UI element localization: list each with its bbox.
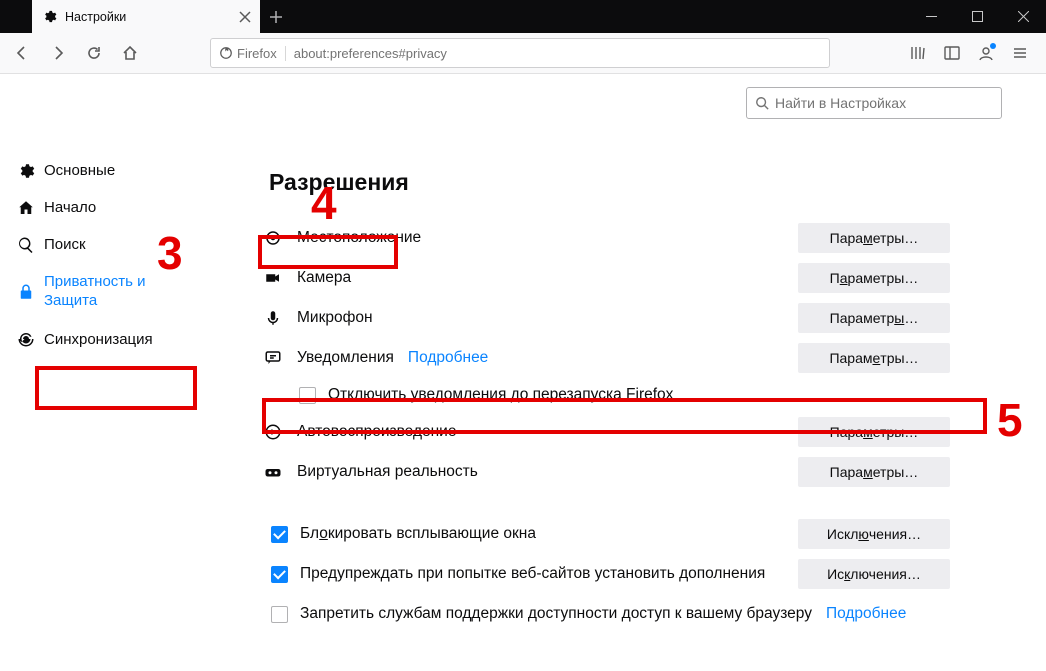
tab-title: Настройки [65,10,230,24]
perm-row-autoplay: Автовоспроизведение Параметры… [263,412,950,452]
location-icon [264,229,282,247]
row-a11y-block: Запретить службам поддержки доступности … [271,594,950,634]
section-title-permissions: Разрешения [263,167,415,200]
window-close-button[interactable] [1000,0,1046,33]
window-titlebar: Настройки [0,0,1046,33]
gear-icon [42,9,57,24]
exceptions-button-addons[interactable]: Исключения… [798,559,950,589]
perm-row-location: Местоположение Параметры… [263,218,950,258]
nav-toolbar: Firefox about:preferences#privacy [0,33,1046,74]
forward-button[interactable] [42,37,74,69]
sync-icon [17,330,35,348]
categories-sidebar: Основные Начало Поиск Приватность и Защи… [0,74,203,671]
checkbox-label: Блокировать всплывающие окна [300,525,536,543]
perm-label: Уведомления [297,349,394,367]
sidebar-item-search[interactable]: Поиск [0,226,203,263]
sidebar-label: Поиск [44,236,86,253]
checkbox-label: Отключить уведомления до перезапуска Fir… [328,386,673,404]
window-minimize-button[interactable] [908,0,954,33]
sidebar-label: Синхронизация [44,331,153,348]
perm-settings-button-camera[interactable]: Параметры… [798,263,950,293]
back-button[interactable] [6,37,38,69]
window-maximize-button[interactable] [954,0,1000,33]
checkbox-checked[interactable] [271,526,288,543]
close-icon[interactable] [238,10,252,24]
search-icon [17,236,35,254]
sidebar-item-sync[interactable]: Синхронизация [0,321,203,358]
pause-notifications-checkbox-row[interactable]: Отключить уведомления до перезапуска Fir… [299,378,950,412]
vr-icon [264,463,282,481]
account-button[interactable] [970,37,1002,69]
home-button[interactable] [114,37,146,69]
perm-label: Микрофон [297,309,373,327]
sidebar-item-general[interactable]: Основные [0,152,203,189]
browser-tab[interactable]: Настройки [32,0,260,33]
perm-settings-button-notifications[interactable]: Параметры… [798,343,950,373]
gear-icon [17,162,35,180]
perm-row-microphone: Микрофон Параметры… [263,298,950,338]
exceptions-button-popups[interactable]: Исключения… [798,519,950,549]
search-icon [755,96,769,110]
sidebar-item-privacy[interactable]: Приватность и Защита [0,263,203,321]
learn-more-link[interactable]: Подробнее [408,349,488,367]
checkbox-checked[interactable] [271,566,288,583]
perm-settings-button-vr[interactable]: Параметры… [798,457,950,487]
notification-icon [264,349,282,367]
microphone-icon [264,309,282,327]
search-placeholder: Найти в Настройках [775,95,906,111]
identity-label: Firefox [237,46,277,61]
checkbox-label: Предупреждать при попытке веб-сайтов уст… [300,565,765,583]
perm-label: Камера [297,269,351,287]
sidebar-button[interactable] [936,37,968,69]
perm-label: Автовоспроизведение [297,423,456,441]
preferences-main: Найти в Настройках Разрешения Местополож… [203,74,1046,671]
sidebar-label: Начало [44,199,96,216]
autoplay-icon [264,423,282,441]
preferences-search[interactable]: Найти в Настройках [746,87,1002,119]
sidebar-label: Приватность и Защита [44,273,191,311]
perm-settings-button-autoplay[interactable]: Параметры… [798,417,950,447]
perm-row-notifications: Уведомления Подробнее Параметры… [263,338,950,378]
perm-settings-button-location[interactable]: Параметры… [798,223,950,253]
perm-row-camera: Камера Параметры… [263,258,950,298]
preferences-content: Основные Начало Поиск Приватность и Защи… [0,74,1046,671]
sidebar-item-home[interactable]: Начало [0,189,203,226]
camera-icon [264,269,282,287]
url-text: about:preferences#privacy [294,46,447,61]
perm-settings-button-microphone[interactable]: Параметры… [798,303,950,333]
perm-row-vr: Виртуальная реальность Параметры… [263,452,950,492]
reload-button[interactable] [78,37,110,69]
row-warn-addons: Предупреждать при попытке веб-сайтов уст… [271,554,950,594]
checkbox-unchecked[interactable] [299,387,316,404]
learn-more-link[interactable]: Подробнее [826,605,906,623]
row-block-popups: Блокировать всплывающие окна Исключения… [271,514,950,554]
lock-icon [17,283,35,301]
firefox-icon [219,46,233,60]
perm-label: Местоположение [297,229,421,247]
perm-label: Виртуальная реальность [297,463,478,481]
checkbox-label: Запретить службам поддержки доступности … [300,605,812,623]
new-tab-button[interactable] [260,0,292,33]
identity-box[interactable]: Firefox [219,46,286,61]
address-bar[interactable]: Firefox about:preferences#privacy [210,38,830,68]
home-icon [17,199,35,217]
checkbox-unchecked[interactable] [271,606,288,623]
sidebar-label: Основные [44,162,115,179]
library-button[interactable] [902,37,934,69]
menu-button[interactable] [1004,37,1036,69]
